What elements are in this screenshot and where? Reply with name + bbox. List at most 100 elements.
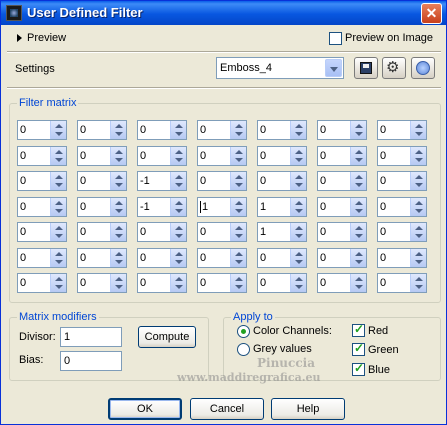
matrix-cell-r3-c2[interactable]: 0 xyxy=(77,171,127,191)
spin-arrows-icon[interactable] xyxy=(350,147,366,165)
spin-arrows-icon[interactable] xyxy=(290,198,306,216)
matrix-cell-r2-c7[interactable]: 0 xyxy=(377,146,427,166)
matrix-cell-r1-c1[interactable]: 0 xyxy=(17,120,67,140)
matrix-cell-r2-c1[interactable]: 0 xyxy=(17,146,67,166)
matrix-cell-r3-c5[interactable]: 0 xyxy=(257,171,307,191)
spin-arrows-icon[interactable] xyxy=(50,249,66,267)
spin-arrows-icon[interactable] xyxy=(230,223,246,241)
spin-arrows-icon[interactable] xyxy=(170,121,186,139)
title-bar[interactable]: User Defined Filter ✕ xyxy=(1,1,446,25)
spin-arrows-icon[interactable] xyxy=(170,223,186,241)
matrix-cell-r2-c5[interactable]: 0 xyxy=(257,146,307,166)
spin-arrows-icon[interactable] xyxy=(350,249,366,267)
spin-arrows-icon[interactable] xyxy=(170,198,186,216)
spin-arrows-icon[interactable] xyxy=(110,274,126,292)
matrix-cell-r5-c6[interactable]: 0 xyxy=(317,222,367,242)
preset-dropdown[interactable]: Emboss_4 xyxy=(216,57,344,79)
spin-arrows-icon[interactable] xyxy=(110,121,126,139)
compute-button[interactable]: Compute xyxy=(138,326,196,348)
matrix-cell-r4-c5[interactable]: 1 xyxy=(257,197,307,217)
matrix-cell-r3-c7[interactable]: 0 xyxy=(377,171,427,191)
matrix-cell-r6-c4[interactable]: 0 xyxy=(197,248,247,268)
spin-arrows-icon[interactable] xyxy=(110,223,126,241)
matrix-cell-r5-c4[interactable]: 0 xyxy=(197,222,247,242)
spin-arrows-icon[interactable] xyxy=(170,172,186,190)
spin-arrows-icon[interactable] xyxy=(170,147,186,165)
spin-arrows-icon[interactable] xyxy=(50,121,66,139)
matrix-cell-r1-c2[interactable]: 0 xyxy=(77,120,127,140)
help-button[interactable]: Help xyxy=(271,398,345,420)
spin-arrows-icon[interactable] xyxy=(230,198,246,216)
spin-arrows-icon[interactable] xyxy=(230,172,246,190)
matrix-cell-r7-c1[interactable]: 0 xyxy=(17,273,67,293)
spin-arrows-icon[interactable] xyxy=(290,249,306,267)
matrix-cell-r6-c1[interactable]: 0 xyxy=(17,248,67,268)
spin-arrows-icon[interactable] xyxy=(410,198,426,216)
grey-values-radio[interactable] xyxy=(237,343,250,356)
spin-arrows-icon[interactable] xyxy=(290,223,306,241)
matrix-cell-r3-c6[interactable]: 0 xyxy=(317,171,367,191)
matrix-cell-r2-c3[interactable]: 0 xyxy=(137,146,187,166)
matrix-cell-r1-c7[interactable]: 0 xyxy=(377,120,427,140)
matrix-cell-r6-c3[interactable]: 0 xyxy=(137,248,187,268)
matrix-cell-r4-c6[interactable]: 0 xyxy=(317,197,367,217)
spin-arrows-icon[interactable] xyxy=(230,249,246,267)
spin-arrows-icon[interactable] xyxy=(50,147,66,165)
spin-arrows-icon[interactable] xyxy=(290,274,306,292)
matrix-cell-r4-c2[interactable]: 0 xyxy=(77,197,127,217)
spin-arrows-icon[interactable] xyxy=(410,147,426,165)
matrix-cell-r2-c2[interactable]: 0 xyxy=(77,146,127,166)
preview-on-image-checkbox[interactable] xyxy=(329,32,342,45)
spin-arrows-icon[interactable] xyxy=(410,249,426,267)
matrix-cell-r7-c2[interactable]: 0 xyxy=(77,273,127,293)
spin-arrows-icon[interactable] xyxy=(350,172,366,190)
bias-input[interactable]: 0 xyxy=(60,351,122,371)
spin-arrows-icon[interactable] xyxy=(170,274,186,292)
matrix-cell-r6-c5[interactable]: 0 xyxy=(257,248,307,268)
matrix-cell-r5-c5[interactable]: 1 xyxy=(257,222,307,242)
preview-toggle-label[interactable]: Preview xyxy=(27,32,66,44)
spin-arrows-icon[interactable] xyxy=(50,274,66,292)
matrix-cell-r4-c3[interactable]: -1 xyxy=(137,197,187,217)
spin-arrows-icon[interactable] xyxy=(410,172,426,190)
matrix-cell-r7-c3[interactable]: 0 xyxy=(137,273,187,293)
matrix-cell-r6-c2[interactable]: 0 xyxy=(77,248,127,268)
matrix-cell-r2-c6[interactable]: 0 xyxy=(317,146,367,166)
spin-arrows-icon[interactable] xyxy=(410,274,426,292)
spin-arrows-icon[interactable] xyxy=(410,223,426,241)
save-preset-button[interactable] xyxy=(354,57,378,79)
matrix-cell-r4-c4[interactable]: 1 xyxy=(197,197,247,217)
matrix-cell-r1-c6[interactable]: 0 xyxy=(317,120,367,140)
spin-arrows-icon[interactable] xyxy=(230,147,246,165)
spin-arrows-icon[interactable] xyxy=(350,121,366,139)
chevron-down-icon[interactable] xyxy=(325,59,342,77)
matrix-cell-r4-c7[interactable]: 0 xyxy=(377,197,427,217)
matrix-cell-r5-c1[interactable]: 0 xyxy=(17,222,67,242)
matrix-cell-r1-c3[interactable]: 0 xyxy=(137,120,187,140)
matrix-cell-r3-c4[interactable]: 0 xyxy=(197,171,247,191)
spin-arrows-icon[interactable] xyxy=(170,249,186,267)
matrix-cell-r1-c4[interactable]: 0 xyxy=(197,120,247,140)
spin-arrows-icon[interactable] xyxy=(110,172,126,190)
matrix-cell-r5-c2[interactable]: 0 xyxy=(77,222,127,242)
spin-arrows-icon[interactable] xyxy=(230,121,246,139)
spin-arrows-icon[interactable] xyxy=(350,274,366,292)
expand-arrow-icon[interactable] xyxy=(17,34,22,42)
matrix-cell-r4-c1[interactable]: 0 xyxy=(17,197,67,217)
spin-arrows-icon[interactable] xyxy=(50,198,66,216)
spin-arrows-icon[interactable] xyxy=(110,198,126,216)
matrix-cell-r7-c5[interactable]: 0 xyxy=(257,273,307,293)
spin-arrows-icon[interactable] xyxy=(410,121,426,139)
matrix-cell-r6-c7[interactable]: 0 xyxy=(377,248,427,268)
color-channels-radio[interactable] xyxy=(237,325,250,338)
spin-arrows-icon[interactable] xyxy=(50,223,66,241)
spin-arrows-icon[interactable] xyxy=(50,172,66,190)
ok-button[interactable]: OK xyxy=(108,398,182,420)
matrix-cell-r2-c4[interactable]: 0 xyxy=(197,146,247,166)
matrix-cell-r7-c7[interactable]: 0 xyxy=(377,273,427,293)
matrix-cell-r7-c6[interactable]: 0 xyxy=(317,273,367,293)
spin-arrows-icon[interactable] xyxy=(230,274,246,292)
matrix-cell-r3-c1[interactable]: 0 xyxy=(17,171,67,191)
matrix-cell-r5-c3[interactable]: 0 xyxy=(137,222,187,242)
spin-arrows-icon[interactable] xyxy=(110,249,126,267)
